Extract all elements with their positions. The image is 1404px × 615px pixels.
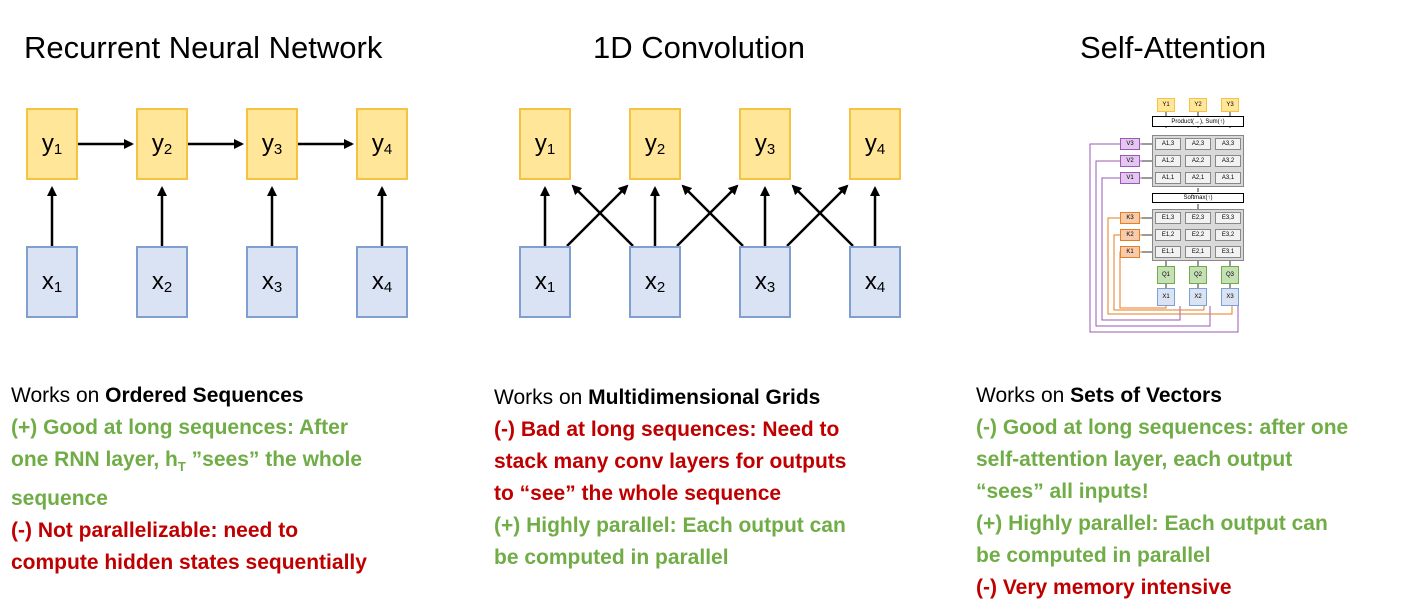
attn-a-cell: A3,2 bbox=[1215, 155, 1241, 167]
attn-e-cell: E1,2 bbox=[1155, 229, 1181, 241]
conv-x4-node: x4 bbox=[849, 246, 901, 318]
rnn-y4-node: y4 bbox=[356, 108, 408, 180]
rnn-pro-line: (+) Good at long sequences: After bbox=[11, 416, 349, 439]
conv-arrow-x2-y3 bbox=[676, 184, 739, 247]
rnn-x1-node: x1 bbox=[26, 246, 78, 318]
attn-con-line: (-) Very memory intensive bbox=[976, 576, 1232, 599]
conv-y2-node: y2 bbox=[629, 108, 681, 180]
rnn-con-line: compute hidden states sequentially bbox=[11, 551, 367, 575]
conv-x3-node: x3 bbox=[739, 246, 791, 318]
attn-a-cell: A2,3 bbox=[1185, 138, 1211, 150]
rnn-x3-node: x3 bbox=[246, 246, 298, 318]
attn-y2: Y2 bbox=[1189, 98, 1207, 112]
attn-x3: X3 bbox=[1221, 288, 1239, 306]
rnn-y1-node: y1 bbox=[26, 108, 78, 180]
attn-e-cell: E3,3 bbox=[1215, 212, 1241, 224]
attn-q2: Q2 bbox=[1189, 266, 1207, 284]
attn-description: Works on Sets of Vectors (-) Good at lon… bbox=[976, 380, 1348, 604]
attn-pro-line: be computed in parallel bbox=[976, 544, 1211, 567]
attn-a-cell: A1,2 bbox=[1155, 155, 1181, 167]
conv-arrow-x3-y4 bbox=[786, 184, 849, 247]
conv-arrow-x1-y2 bbox=[566, 184, 629, 247]
attn-e-cell: E2,1 bbox=[1185, 246, 1211, 258]
conv-y1-node: y1 bbox=[519, 108, 571, 180]
attn-e-cell: E2,2 bbox=[1185, 229, 1211, 241]
conv-y3-node: y3 bbox=[739, 108, 791, 180]
attn-pro-line: self-attention layer, each output bbox=[976, 448, 1293, 471]
attn-a-cell: A2,2 bbox=[1185, 155, 1211, 167]
attn-k1: K1 bbox=[1120, 246, 1140, 258]
conv-arrow-x4-y3 bbox=[791, 184, 854, 247]
attn-pro-line: “sees” all inputs! bbox=[976, 480, 1149, 503]
attn-e-cell: E1,3 bbox=[1155, 212, 1181, 224]
conv-con-line: stack many conv layers for outputs bbox=[494, 450, 847, 473]
attn-q1: Q1 bbox=[1157, 266, 1175, 284]
rnn-pro-line: one RNN layer, hT ”sees” the whole bbox=[11, 448, 363, 475]
attn-k3: K3 bbox=[1120, 212, 1140, 224]
conv-x1-node: x1 bbox=[519, 246, 571, 318]
attn-pro-line: (-) Good at long sequences: after one bbox=[976, 416, 1349, 439]
rnn-y2-node: y2 bbox=[136, 108, 188, 180]
conv-y4-node: y4 bbox=[849, 108, 901, 180]
conv-description: Works on Multidimensional Grids (-) Bad … bbox=[494, 382, 846, 574]
attn-a-cell: A3,3 bbox=[1215, 138, 1241, 150]
conv-pro-line: be computed in parallel bbox=[494, 546, 729, 569]
rnn-x2-node: x2 bbox=[136, 246, 188, 318]
attn-product-sum-bar: Product(→), Sum(↑) bbox=[1152, 116, 1244, 127]
attn-e-cell: E3,1 bbox=[1215, 246, 1241, 258]
attn-v1: V1 bbox=[1120, 172, 1140, 184]
attn-a-cell: A1,1 bbox=[1155, 172, 1181, 184]
attn-intro-line: Works on Sets of Vectors bbox=[976, 384, 1222, 407]
attn-y1: Y1 bbox=[1157, 98, 1175, 112]
attn-v2: V2 bbox=[1120, 155, 1140, 167]
attn-e-cell: E2,3 bbox=[1185, 212, 1211, 224]
conv-arrow-x2-y1 bbox=[571, 184, 634, 247]
rnn-con-line: (-) Not parallelizable: need to bbox=[11, 519, 299, 543]
rnn-pro-line: sequence bbox=[11, 487, 108, 511]
attn-v3: V3 bbox=[1120, 138, 1140, 150]
attn-y3: Y3 bbox=[1221, 98, 1239, 112]
attn-e-cell: E1,1 bbox=[1155, 246, 1181, 258]
attn-a-cell: A3,1 bbox=[1215, 172, 1241, 184]
conv-con-line: to “see” the whole sequence bbox=[494, 482, 782, 505]
conv-intro-line: Works on Multidimensional Grids bbox=[494, 386, 821, 409]
rnn-y3-node: y3 bbox=[246, 108, 298, 180]
conv-pro-line: (+) Highly parallel: Each output can bbox=[494, 514, 846, 537]
conv-x2-node: x2 bbox=[629, 246, 681, 318]
attn-a-cell: A1,3 bbox=[1155, 138, 1181, 150]
attn-e-cell: E3,2 bbox=[1215, 229, 1241, 241]
attn-x1: X1 bbox=[1157, 288, 1175, 306]
attn-q3: Q3 bbox=[1221, 266, 1239, 284]
rnn-x4-node: x4 bbox=[356, 246, 408, 318]
conv-con-line: (-) Bad at long sequences: Need to bbox=[494, 418, 840, 441]
attn-pro-line: (+) Highly parallel: Each output can bbox=[976, 512, 1328, 535]
attn-a-cell: A2,1 bbox=[1185, 172, 1211, 184]
rnn-description: Works on Ordered Sequences (+) Good at l… bbox=[11, 380, 367, 579]
attn-softmax-bar: Softmax(↑) bbox=[1152, 193, 1244, 203]
attn-k2: K2 bbox=[1120, 229, 1140, 241]
conv-arrow-x3-y2 bbox=[681, 184, 744, 247]
attn-x2: X2 bbox=[1189, 288, 1207, 306]
rnn-intro-line: Works on Ordered Sequences bbox=[11, 384, 304, 407]
